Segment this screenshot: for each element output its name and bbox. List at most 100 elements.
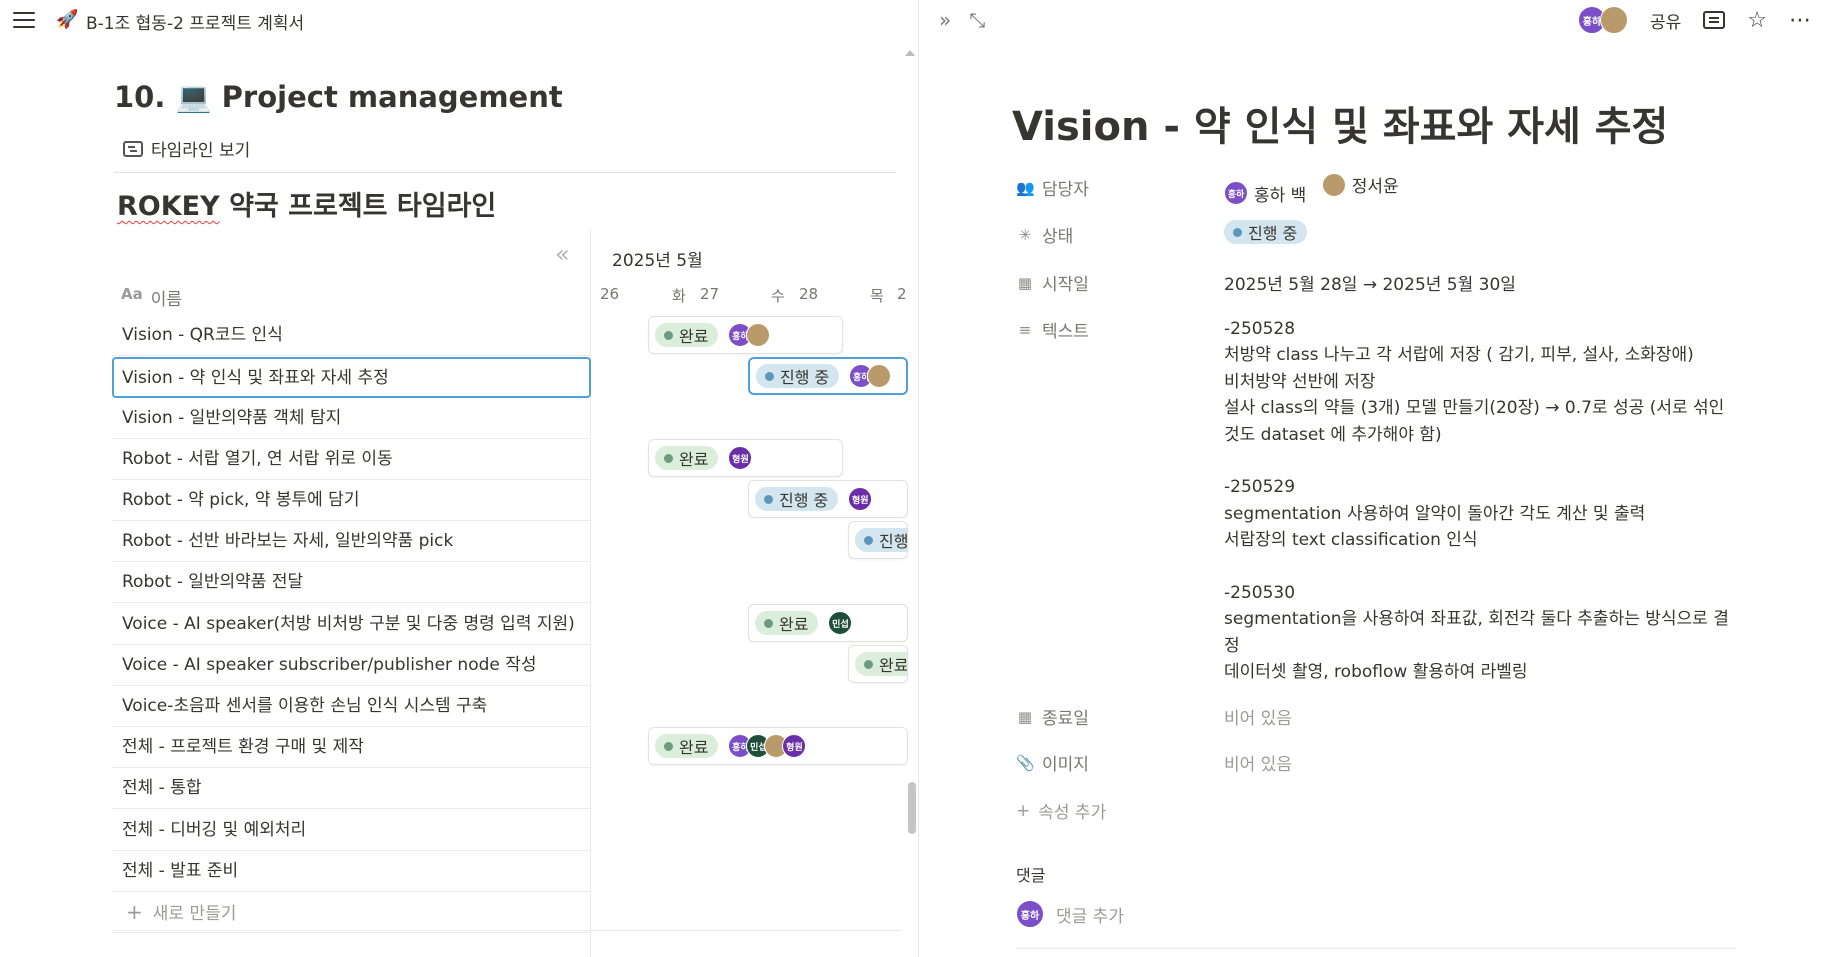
person-name: 홍하 백	[1254, 185, 1307, 206]
table-row[interactable]: Voice - AI speaker subscriber/publisher …	[112, 645, 591, 686]
table-row[interactable]: 전체 - 프로젝트 환경 구매 및 제작	[112, 727, 591, 768]
weekday-thu: 목	[870, 287, 884, 305]
add-property-label: 속성 추가	[1038, 803, 1107, 823]
view-tab-label: 타임라인 보기	[151, 141, 251, 161]
rocket-icon: 🚀	[56, 9, 79, 30]
status-icon: ✳	[1018, 225, 1032, 244]
table-row[interactable]: Robot - 선반 바라보는 자세, 일반의약품 pick	[112, 521, 591, 562]
status-dot	[664, 741, 673, 751]
timeline-bar[interactable]: 진행	[848, 521, 908, 559]
timeline-bar[interactable]: 완료 홍하 민섭 형원	[648, 727, 908, 765]
new-row-button[interactable]: + 새로 만들기	[112, 892, 591, 933]
prop-label: 담당자	[1042, 180, 1089, 200]
timeline-bar[interactable]: 완료 형원	[648, 439, 843, 477]
scrollbar-thumb[interactable]	[908, 782, 916, 834]
day-26: 26	[600, 285, 620, 303]
people-icon: 👥	[1016, 178, 1035, 197]
status-dot	[664, 330, 673, 340]
view-tab-timeline[interactable]: 타임라인 보기	[123, 136, 250, 161]
status-dot	[1233, 227, 1242, 237]
page-title[interactable]: Vision - 약 인식 및 좌표와 자세 추정	[1012, 94, 1668, 152]
table-row[interactable]: Vision - QR코드 인식	[112, 315, 591, 356]
table-row[interactable]: Voice-초음파 센서를 이용한 손님 인식 시스템 구축	[112, 686, 591, 727]
add-property-button[interactable]: + 속성 추가	[1016, 798, 1107, 824]
day-27: 27	[700, 285, 720, 303]
avatar: 홍하	[1224, 181, 1248, 205]
timeline-bar[interactable]: 완료 민섭	[748, 604, 908, 642]
prop-status[interactable]: ✳ 상태	[1016, 222, 1074, 248]
table-row[interactable]: Robot - 일반의약품 전달	[112, 562, 591, 603]
status-text: 완료	[679, 450, 709, 469]
prop-assignee[interactable]: 👥 담당자	[1016, 175, 1089, 201]
status-value[interactable]: 진행 중	[1224, 220, 1308, 244]
section-heading: 10. 💻 Project management	[114, 80, 563, 114]
avatar: 민섭	[828, 611, 853, 635]
breadcrumb-doc-title[interactable]: B-1조 협동-2 프로젝트 계획서	[86, 9, 304, 34]
text-icon: ≡	[1018, 320, 1032, 339]
avatar-group: 홍하 민섭 형원	[728, 734, 807, 758]
status-pill: 완료	[755, 611, 819, 635]
text-property-icon: Aa	[121, 285, 143, 303]
database-pane: 🚀 B-1조 협동-2 프로젝트 계획서 10. 💻 Project manag…	[0, 0, 918, 957]
status-text: 진행 중	[1248, 224, 1298, 243]
collapse-icon[interactable]: «	[555, 240, 570, 268]
weekday-wed: 수	[771, 287, 785, 305]
status-pill: 완료	[655, 323, 719, 347]
name-column-label: 이름	[150, 290, 183, 310]
table-row[interactable]: 전체 - 발표 준비	[112, 851, 591, 892]
database-title-prefix: ROKEY	[117, 191, 220, 222]
table-row[interactable]: Robot - 서랍 열기, 연 서랍 위로 이동	[112, 439, 591, 480]
more-icon[interactable]: ⋯	[1789, 8, 1811, 33]
comments-heading: 댓글	[1016, 866, 1046, 885]
fullscreen-icon[interactable]: ⤡	[969, 8, 985, 32]
prop-image[interactable]: 📎 이미지	[1016, 750, 1089, 776]
timeline-bar-selected[interactable]: 진행 중 홍하	[748, 357, 908, 395]
scroll-up-arrow[interactable]	[905, 50, 915, 56]
assignee-value[interactable]: 홍하 홍하 백 정서윤	[1224, 172, 1409, 206]
database-title[interactable]: ROKEY 약국 프로젝트 타임라인	[117, 184, 496, 223]
avatar: 형원	[728, 446, 753, 470]
avatar: 형원	[848, 487, 873, 511]
prop-text[interactable]: ≡ 텍스트	[1016, 317, 1089, 343]
name-column-header[interactable]: Aa 이름	[121, 285, 182, 310]
status-text: 완료	[679, 327, 709, 346]
prop-start-date[interactable]: ▦ 시작일	[1016, 270, 1089, 296]
table-row-selected[interactable]: Vision - 약 인식 및 좌표와 자세 추정	[112, 357, 591, 398]
end-date-value[interactable]: 비어 있음	[1224, 704, 1292, 729]
timeline-icon	[123, 140, 143, 157]
avatar-group: 형원	[728, 446, 753, 470]
start-date-value[interactable]: 2025년 5월 28일 → 2025년 5월 30일	[1224, 270, 1516, 295]
star-icon[interactable]: ☆	[1747, 8, 1767, 33]
peek-header-actions: 홍하 공유 ☆ ⋯	[1577, 6, 1811, 34]
text-value[interactable]: -250528 처방약 class 나누고 각 서랍에 저장 ( 감기, 피부,…	[1224, 316, 1744, 686]
status-text: 진행 중	[780, 368, 830, 387]
prop-end-date[interactable]: ▦ 종료일	[1016, 704, 1089, 730]
share-button[interactable]: 공유	[1650, 8, 1681, 33]
prop-label: 종료일	[1042, 709, 1089, 729]
status-dot	[864, 659, 873, 669]
status-pill: 진행	[855, 528, 907, 552]
peek-toolbar: » ⤡	[939, 8, 985, 32]
calendar-icon: ▦	[1017, 273, 1033, 292]
table-row[interactable]: Voice - AI speaker(처방 비처방 구분 및 다중 명령 입력 …	[112, 604, 591, 645]
table-row[interactable]: Vision - 일반의약품 객체 탐지	[112, 398, 591, 439]
table-row[interactable]: 전체 - 통합	[112, 768, 591, 809]
comment-input[interactable]: 홍하 댓글 추가	[1016, 900, 1124, 928]
timeline-bar[interactable]: 완료 홍하	[648, 316, 843, 354]
expand-icon[interactable]: »	[939, 8, 951, 32]
avatar-group: 홍하	[728, 323, 771, 347]
status-dot	[765, 371, 774, 381]
status-text: 진행 중	[779, 491, 829, 510]
avatar-group: 민섭	[828, 611, 853, 635]
timeline-bar[interactable]: 완료	[848, 645, 908, 683]
image-value[interactable]: 비어 있음	[1224, 750, 1292, 775]
paperclip-icon: 📎	[1016, 753, 1035, 772]
comment-icon[interactable]	[1703, 11, 1726, 29]
collaborator-avatars[interactable]: 홍하	[1577, 6, 1628, 34]
menu-icon[interactable]	[13, 12, 35, 30]
table-row[interactable]: 전체 - 디버깅 및 예외처리	[112, 810, 591, 851]
divider	[114, 172, 896, 173]
table-row[interactable]: Robot - 약 pick, 약 봉투에 담기	[112, 480, 591, 521]
timeline-bar[interactable]: 진행 중 형원	[748, 480, 908, 518]
status-pill: 진행 중	[756, 364, 840, 388]
